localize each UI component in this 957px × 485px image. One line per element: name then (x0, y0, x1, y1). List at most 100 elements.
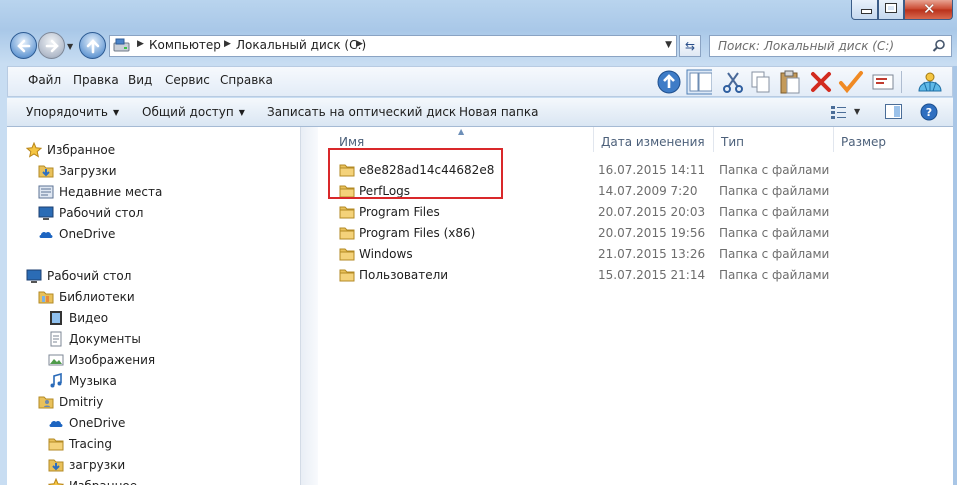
file-row[interactable]: Program Files 20.07.2015 20:03 Папка с фай… (318, 202, 953, 223)
file-name: Пользователи (359, 268, 449, 282)
explorer-window: ✕ ▼ ▶ Компьютер ▶ Локальный диск (C:) ▶ … (0, 0, 957, 485)
file-name: Windows (359, 247, 413, 261)
nav-tree-label: Dmitriy (59, 395, 104, 409)
file-row[interactable]: Пользователи 15.07.2015 21:14 Папка с файл… (318, 265, 953, 286)
menu-view[interactable]: Вид (128, 73, 152, 87)
nav-tree-label: Изображения (69, 353, 156, 367)
new-folder-button[interactable]: Новая папка (459, 105, 538, 119)
nav-tree-label: Библиотеки (59, 290, 135, 304)
column-header-type[interactable]: Тип (714, 127, 834, 152)
search-input[interactable]: Поиск: Локальный диск (C:) (709, 35, 952, 57)
breadcrumb-separator-icon[interactable]: ▶ (137, 39, 144, 49)
shell-icon[interactable] (916, 69, 942, 95)
nav-tree-label: Избранное (69, 479, 137, 485)
preview-pane-icon[interactable] (885, 104, 903, 120)
maximize-button[interactable] (878, 0, 904, 20)
view-dropdown-icon[interactable]: ▼ (854, 107, 860, 116)
organize-button[interactable]: Упорядочить ▼ (26, 105, 119, 119)
libraries-icon (38, 289, 54, 305)
window-border (953, 66, 957, 485)
back-button[interactable] (10, 32, 37, 59)
properties-icon[interactable] (870, 69, 896, 95)
folder-icon (339, 267, 355, 283)
folder-icon (48, 436, 64, 452)
view-options-icon[interactable] (831, 105, 847, 119)
video-icon (48, 310, 64, 326)
music-icon (48, 372, 64, 389)
column-type-label: Тип (721, 135, 744, 149)
file-type: Папка с файлами (719, 163, 830, 177)
file-name: Program Files (x86) (359, 226, 476, 240)
menu-bar: Файл Правка Вид Сервис Справка (7, 66, 953, 97)
cut-icon[interactable] (720, 69, 746, 95)
menu-help[interactable]: Справка (220, 73, 273, 87)
file-type: Папка с файлами (719, 184, 830, 198)
recent-places-icon (38, 184, 54, 200)
toolbar-separator (901, 71, 902, 93)
file-type: Папка с файлами (719, 247, 830, 261)
file-row[interactable]: Windows 21.07.2015 13:26 Папка с файлами (318, 244, 953, 265)
paste-icon[interactable] (777, 69, 803, 95)
help-icon[interactable]: ? (920, 103, 938, 121)
pane-splitter[interactable] (300, 127, 318, 485)
menu-tools[interactable]: Сервис (165, 73, 210, 87)
nav-tree-label: Музыка (69, 374, 117, 388)
column-name-label: Имя (339, 135, 365, 149)
nav-tree-label: Недавние места (59, 185, 163, 199)
address-dropdown-icon[interactable]: ▼ (665, 40, 672, 50)
organize-label: Упорядочить (26, 105, 108, 119)
downloads-folder-icon (38, 163, 54, 179)
file-date: 20.07.2015 20:03 (598, 205, 706, 219)
downloads-folder-icon (48, 457, 64, 473)
back-arrow-icon (17, 39, 31, 53)
breadcrumb-local-disk[interactable]: Локальный диск (C:) (236, 38, 366, 52)
chevron-down-icon: ▼ (112, 108, 120, 117)
documents-icon (48, 331, 64, 347)
nav-tree-label: OneDrive (69, 416, 126, 430)
file-type: Папка с файлами (719, 226, 830, 240)
recent-pages-dropdown-icon[interactable]: ▼ (67, 42, 73, 51)
delete-icon[interactable] (808, 69, 834, 95)
column-header-size[interactable]: Размер (834, 127, 953, 152)
nav-tree-label: Tracing (69, 437, 113, 451)
up-button[interactable] (79, 32, 106, 59)
onedrive-icon (38, 226, 54, 242)
forward-button[interactable] (38, 32, 65, 59)
address-bar[interactable]: ▶ Компьютер ▶ Локальный диск (C:) ▶ ▼ (109, 35, 677, 57)
star-icon (25, 141, 43, 158)
burn-button[interactable]: Записать на оптический диск (267, 105, 456, 119)
search-icon[interactable] (932, 39, 946, 53)
up-folder-icon[interactable] (656, 69, 682, 95)
menu-file[interactable]: Файл (28, 73, 61, 87)
refresh-button[interactable]: ⇆ (679, 35, 701, 57)
file-row[interactable]: Program Files (x86) 20.07.2015 19:56 Папка… (318, 223, 953, 244)
title-bar: ✕ (0, 0, 957, 26)
menu-edit[interactable]: Правка (73, 73, 119, 87)
share-button[interactable]: Общий доступ ▼ (142, 105, 245, 119)
close-button[interactable]: ✕ (904, 0, 953, 20)
file-date: 21.07.2015 13:26 (598, 247, 706, 261)
copy-icon[interactable] (748, 69, 774, 95)
minimize-button[interactable] (851, 0, 878, 20)
breadcrumb-separator-icon[interactable]: ▶ (356, 39, 363, 49)
nav-tree-label: Рабочий стол (47, 269, 132, 283)
folders-pane-icon[interactable] (686, 69, 712, 95)
file-date: 14.07.2009 7:20 (598, 184, 698, 198)
column-header-date[interactable]: Дата изменения (594, 127, 714, 152)
file-type: Папка с файлами (719, 205, 830, 219)
refresh-icon: ⇆ (684, 39, 696, 53)
chevron-down-icon: ▼ (238, 108, 245, 117)
accept-icon[interactable] (838, 69, 864, 95)
folder-icon (339, 225, 355, 241)
breadcrumb-separator-icon[interactable]: ▶ (224, 39, 231, 49)
nav-tree-label: загрузки (69, 458, 126, 472)
column-date-label: Дата изменения (601, 135, 705, 149)
nav-tree-label: Загрузки (59, 164, 117, 178)
pictures-icon (48, 352, 64, 368)
folder-icon (339, 204, 355, 220)
minimize-icon (861, 9, 872, 14)
search-placeholder: Поиск: Локальный диск (C:) (718, 39, 895, 53)
breadcrumb-computer[interactable]: Компьютер (149, 38, 221, 52)
nav-tree-label: Рабочий стол (59, 206, 144, 220)
file-date: 20.07.2015 19:56 (598, 226, 706, 240)
